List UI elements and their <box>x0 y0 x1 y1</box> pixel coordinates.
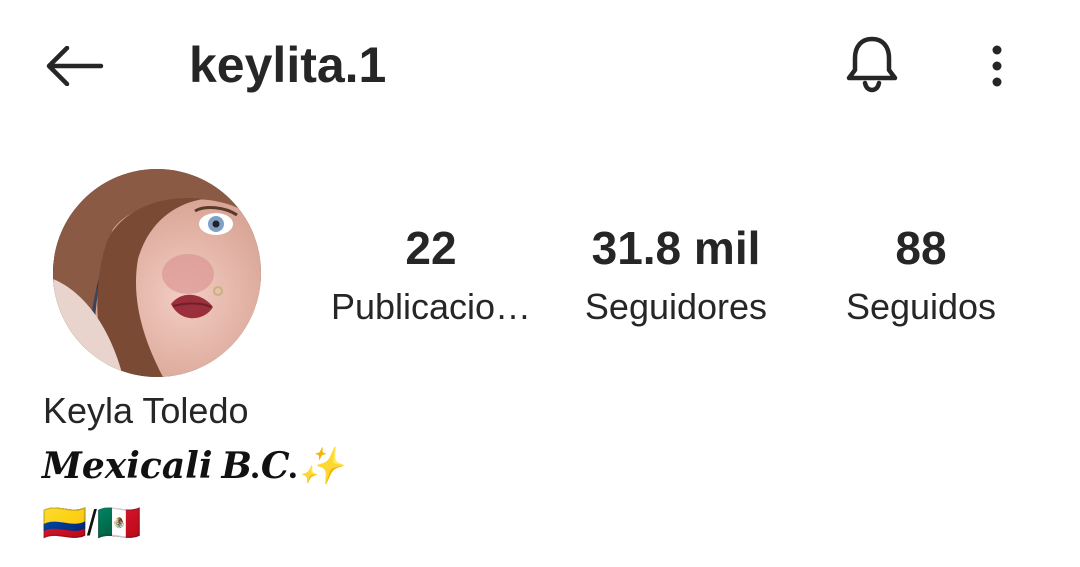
back-button[interactable] <box>38 38 110 94</box>
following-count: 88 <box>895 222 947 274</box>
more-vertical-icon <box>992 45 1002 87</box>
bell-icon <box>846 36 898 93</box>
stat-followers[interactable]: 31.8 mil Seguidores <box>566 218 786 332</box>
profile-full-name: Keyla Toledo <box>43 390 249 431</box>
stat-following[interactable]: 88 Seguidos <box>826 218 1016 332</box>
more-options-button[interactable] <box>970 36 1024 96</box>
arrow-left-icon <box>46 46 104 86</box>
posts-label: Publicacio… <box>330 286 532 327</box>
following-label: Seguidos <box>845 286 997 327</box>
profile-bio-location: 𝑴𝒆𝒙𝒊𝒄𝒂𝒍𝒊 𝑩.𝑪.✨ <box>42 446 344 486</box>
profile-avatar[interactable] <box>53 169 261 377</box>
notifications-button[interactable] <box>838 30 906 98</box>
posts-count: 22 <box>405 222 457 274</box>
profile-username: keylita.1 <box>189 37 387 93</box>
followers-count: 31.8 mil <box>591 222 761 274</box>
stat-posts[interactable]: 22 Publicacio… <box>322 218 540 332</box>
followers-label: Seguidores <box>584 286 768 327</box>
top-bar: keylita.1 <box>0 0 1080 130</box>
profile-bio-flags: 🇨🇴/🇲🇽 <box>42 502 142 543</box>
